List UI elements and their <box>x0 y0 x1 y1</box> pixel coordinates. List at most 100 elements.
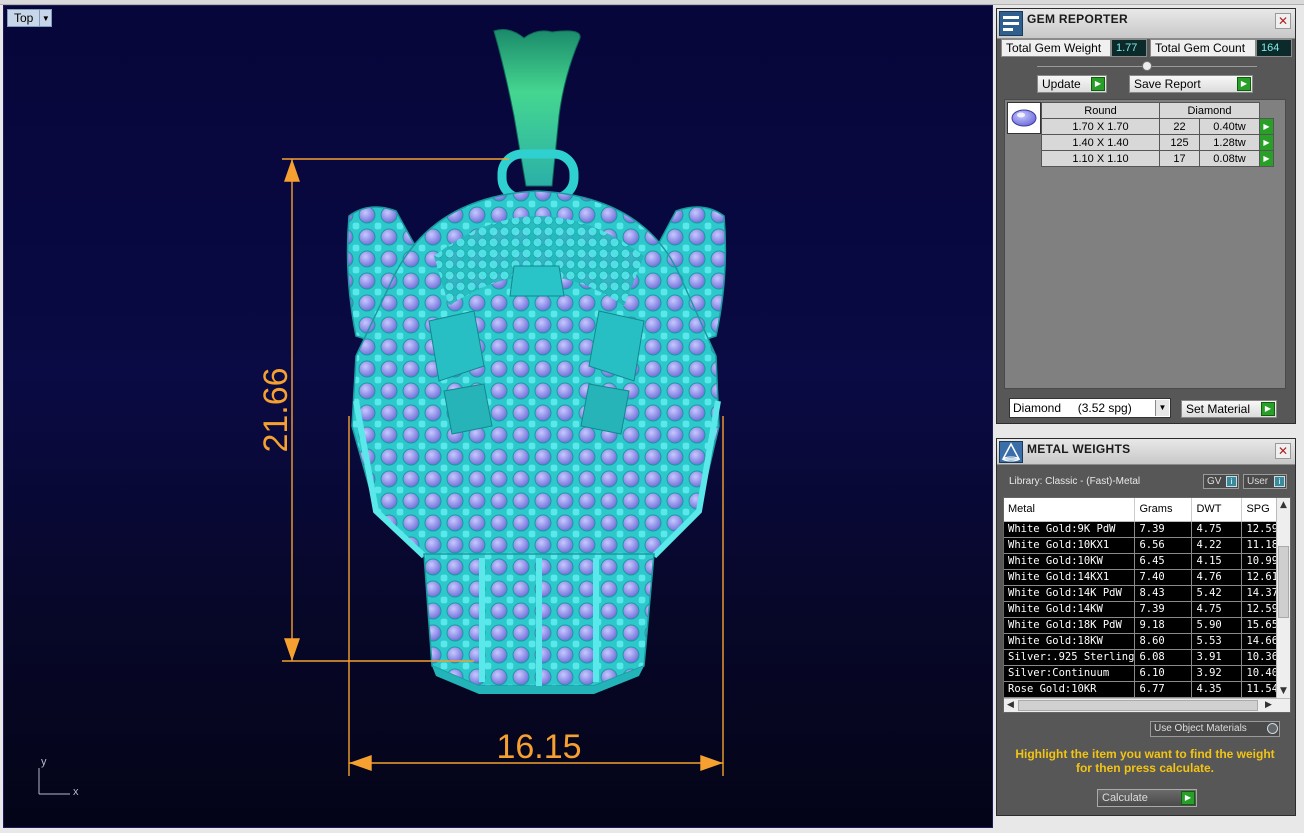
set-material-button[interactable]: Set Material ▶ <box>1181 400 1277 418</box>
col-metal[interactable]: Metal <box>1004 498 1136 522</box>
scroll-thumb[interactable] <box>1278 546 1289 618</box>
metal-grams: 6.08 <box>1134 649 1193 666</box>
close-icon[interactable]: ✕ <box>1275 13 1291 29</box>
metal-weights-icon <box>999 441 1023 463</box>
facet-right-2 <box>580 383 630 435</box>
metal-weights-title: METAL WEIGHTS <box>1027 442 1131 456</box>
scroll-down-icon[interactable]: ▼ <box>1277 684 1290 698</box>
update-button-label: Update <box>1042 77 1081 91</box>
metal-name: White Gold:18KW <box>1004 633 1136 650</box>
gem-reporter-titlebar[interactable]: GEM REPORTER ✕ <box>997 9 1295 39</box>
metal-dwt: 4.76 <box>1191 569 1243 586</box>
user-toggle[interactable]: User i <box>1243 474 1287 489</box>
table-row[interactable]: 1.10 X 1.10 17 0.08tw ▶ <box>1041 150 1274 167</box>
metal-name: White Gold:18K PdW <box>1004 617 1136 634</box>
gem-table: Round Diamond 1.70 X 1.70 22 0.40tw ▶ 1.… <box>1041 102 1274 167</box>
update-button[interactable]: Update ▶ <box>1037 75 1107 93</box>
metal-name: Silver:.925 Sterling <box>1004 649 1136 666</box>
scroll-right-icon[interactable]: ▶ <box>1262 699 1275 712</box>
save-report-button[interactable]: Save Report ▶ <box>1129 75 1253 93</box>
metal-spg: 12.61 <box>1241 569 1281 586</box>
scroll-up-icon[interactable]: ▲ <box>1277 498 1290 512</box>
metal-spg: 15.65 <box>1241 617 1281 634</box>
gv-toggle-label: GV <box>1207 476 1222 487</box>
calculate-button-label: Calculate <box>1102 792 1148 804</box>
col-spg[interactable]: SPG <box>1241 498 1281 522</box>
gem-size: 1.40 X 1.40 <box>1041 134 1160 151</box>
scroll-left-icon[interactable]: ◀ <box>1004 699 1017 712</box>
axis-x-label: x <box>73 786 79 798</box>
metal-grams: 6.10 <box>1134 665 1193 682</box>
col-dwt[interactable]: DWT <box>1191 498 1243 522</box>
metal-name: White Gold:10KX1 <box>1004 537 1136 554</box>
total-gem-weight-value: 1.77 <box>1111 39 1147 57</box>
chevron-down-icon[interactable]: ▼ <box>39 10 51 26</box>
metal-spg: 14.66 <box>1241 633 1281 650</box>
table-row[interactable]: White Gold:18K PdW 9.18 5.90 15.65 <box>1004 617 1281 634</box>
metal-spg: 12.59 <box>1241 601 1281 618</box>
viewport-top[interactable]: 21.66 16.15 y x Top ▼ <box>3 5 993 828</box>
metal-spg: 10.40 <box>1241 665 1281 682</box>
gem-reporter-title: GEM REPORTER <box>1027 12 1128 26</box>
table-row[interactable]: White Gold:14K PdW 8.43 5.42 14.37 <box>1004 585 1281 602</box>
gem-table-area: Round Diamond 1.70 X 1.70 22 0.40tw ▶ 1.… <box>1004 99 1286 389</box>
vertical-scrollbar[interactable]: ▲ ▼ <box>1276 498 1290 698</box>
select-arrow-icon[interactable]: ▶ <box>1259 150 1274 167</box>
collapse-knob[interactable] <box>1142 61 1152 71</box>
select-arrow-icon[interactable]: ▶ <box>1259 134 1274 151</box>
col-grams[interactable]: Grams <box>1134 498 1193 522</box>
chevron-down-icon: ▼ <box>1155 400 1169 416</box>
facet-left-2 <box>443 383 493 435</box>
metal-grams: 6.77 <box>1134 681 1193 698</box>
metal-table: Metal Grams DWT SPG White Gold:9K PdW 7.3… <box>1004 498 1281 698</box>
metal-spg: 14.37 <box>1241 585 1281 602</box>
viewport-label[interactable]: Top ▼ <box>7 9 53 27</box>
table-row[interactable]: White Gold:10KW 6.45 4.15 10.99 <box>1004 553 1281 570</box>
table-row[interactable]: 1.70 X 1.70 22 0.40tw ▶ <box>1041 118 1274 135</box>
calculate-button[interactable]: Calculate ▶ <box>1097 789 1197 807</box>
metal-dwt: 4.75 <box>1191 601 1243 618</box>
metal-spg: 10.36 <box>1241 649 1281 666</box>
table-row[interactable]: White Gold:14KW 7.39 4.75 12.59 <box>1004 601 1281 618</box>
play-arrow-icon: ▶ <box>1091 77 1105 91</box>
round-gem-icon[interactable] <box>1007 102 1041 134</box>
user-toggle-label: User <box>1247 476 1269 487</box>
metal-weights-list[interactable]: Metal Grams DWT SPG White Gold:9K PdW 7.3… <box>1003 497 1291 713</box>
metal-grams: 7.39 <box>1134 601 1193 618</box>
metal-name: White Gold:14K PdW <box>1004 585 1136 602</box>
gem-header-shape: Round <box>1041 102 1160 119</box>
dimension-vertical-label: 21.66 <box>257 367 295 452</box>
table-row[interactable]: Silver:Continuum 6.10 3.92 10.40 <box>1004 665 1281 682</box>
library-label: Library: Classic - (Fast)-Metal <box>1009 476 1141 487</box>
gem-count: 22 <box>1159 118 1200 135</box>
metal-dwt: 3.92 <box>1191 665 1243 682</box>
gem-count: 17 <box>1159 150 1200 167</box>
metal-dwt: 4.15 <box>1191 553 1243 570</box>
metal-spg: 11.18 <box>1241 537 1281 554</box>
table-row[interactable]: White Gold:9K PdW 7.39 4.75 12.59 <box>1004 521 1281 538</box>
material-select[interactable]: Diamond (3.52 spg) ▼ <box>1009 398 1171 418</box>
gem-reporter-panel: GEM REPORTER ✕ Total Gem Weight 1.77 Tot… <box>996 8 1296 424</box>
gem-reporter-icon <box>999 11 1023 36</box>
total-gem-count-value: 164 <box>1256 39 1292 57</box>
table-row[interactable]: White Gold:14KX1 7.40 4.76 12.61 <box>1004 569 1281 586</box>
use-object-materials-toggle[interactable]: Use Object Materials <box>1150 721 1280 737</box>
table-row[interactable]: White Gold:10KX1 6.56 4.22 11.18 <box>1004 537 1281 554</box>
gem-header-material: Diamond <box>1159 102 1260 119</box>
close-icon[interactable]: ✕ <box>1275 443 1291 459</box>
metal-weights-titlebar[interactable]: METAL WEIGHTS ✕ <box>997 439 1295 465</box>
table-row[interactable]: 1.40 X 1.40 125 1.28tw ▶ <box>1041 134 1274 151</box>
metal-spg: 10.99 <box>1241 553 1281 570</box>
select-arrow-icon[interactable]: ▶ <box>1259 118 1274 135</box>
table-row[interactable]: Rose Gold:10KR 6.77 4.35 11.54 <box>1004 681 1281 698</box>
metal-dwt: 5.53 <box>1191 633 1243 650</box>
axis-indicator <box>38 768 70 795</box>
gv-toggle[interactable]: GV i <box>1203 474 1239 489</box>
gem-weight: 0.08tw <box>1199 150 1260 167</box>
metal-dwt: 4.35 <box>1191 681 1243 698</box>
horizontal-scrollbar[interactable]: ◀ ▶ <box>1004 698 1290 712</box>
table-row[interactable]: White Gold:18KW 8.60 5.53 14.66 <box>1004 633 1281 650</box>
scroll-thumb[interactable] <box>1018 700 1258 711</box>
facet-center <box>509 265 565 297</box>
table-row[interactable]: Silver:.925 Sterling 6.08 3.91 10.36 <box>1004 649 1281 666</box>
